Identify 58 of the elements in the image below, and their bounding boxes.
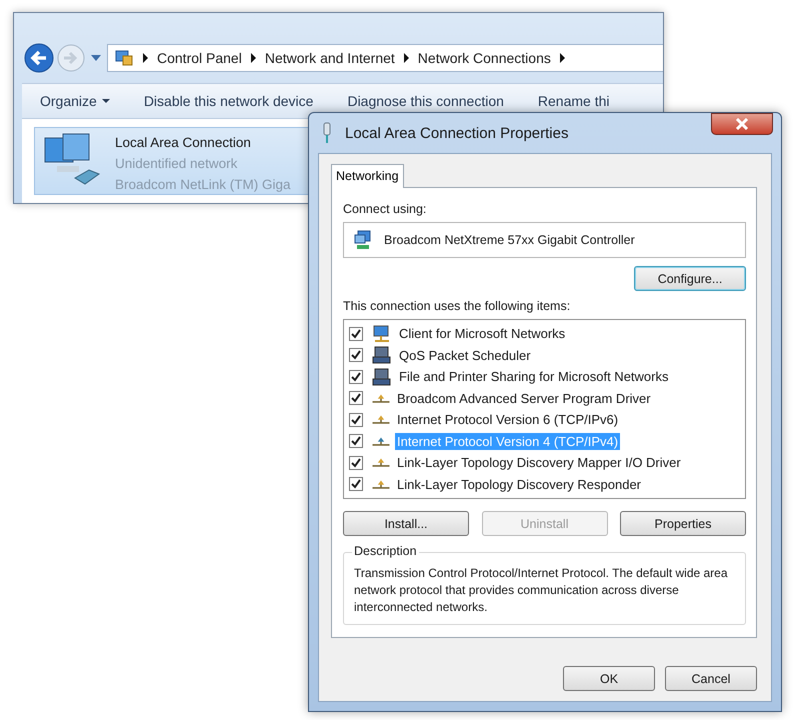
computer-icon [372, 324, 392, 343]
list-item[interactable]: Broadcom Advanced Server Program Driver [395, 390, 653, 407]
network-cable-icon [321, 122, 333, 144]
action-button[interactable]: Install... [343, 511, 469, 536]
caret-icon [102, 99, 110, 103]
checkbox[interactable] [349, 456, 363, 470]
adapter-name: Broadcom NetLink (TM) Giga [115, 176, 291, 194]
chevron-icon [250, 53, 256, 63]
list-item[interactable]: Internet Protocol Version 6 (TCP/IPv6) [395, 411, 620, 428]
dialog-button[interactable]: Cancel [665, 666, 757, 691]
list-item[interactable]: Link-Layer Topology Discovery Responder [395, 476, 643, 493]
tab[interactable]: Networking [331, 164, 404, 188]
group-label: Description [352, 544, 419, 558]
computer-icon [372, 368, 392, 386]
protocol-icon [372, 415, 390, 424]
chevron-icon [143, 53, 148, 63]
adapter-name: Broadcom NetXtreme 57xx Gigabit Controller [384, 233, 635, 247]
protocol-icon [372, 458, 390, 468]
checkbox[interactable] [349, 391, 363, 406]
toolbar-button[interactable]: Organize [40, 93, 110, 109]
computer-icon [372, 346, 392, 364]
control-panel-icon [114, 49, 134, 67]
dialog-button[interactable]: OK [563, 666, 655, 691]
dialog-title: Local Area Connection Properties [345, 124, 570, 142]
configure-button[interactable]: Configure... [634, 266, 746, 291]
connect-using-label: Connect using: [343, 202, 428, 216]
close-button[interactable] [711, 113, 773, 135]
checkbox[interactable] [349, 348, 363, 362]
chevron-icon [560, 53, 565, 63]
toolbar-button[interactable]: Rename thi [538, 93, 610, 109]
checkbox[interactable] [349, 434, 363, 448]
address-bar[interactable]: Control Panel Network and Internet Network Connections [107, 44, 663, 72]
list-item[interactable]: Link-Layer Topology Discovery Mapper I/O Driver [395, 454, 683, 472]
connection-status: Unidentified network [115, 155, 238, 173]
breadcrumb-item[interactable]: Network and Internet [264, 50, 395, 66]
protocol-icon [372, 480, 390, 489]
checkbox[interactable] [349, 370, 363, 384]
checkbox[interactable] [349, 477, 363, 492]
chevron-icon [404, 53, 409, 63]
checkbox[interactable] [349, 412, 363, 427]
list-item[interactable]: Client for Microsoft Networks [397, 325, 568, 342]
description-text: Transmission Control Protocol/Internet Protocol. The default wide area network protocol that provides communication across diverse interconnected networks. [354, 565, 729, 616]
toolbar-button[interactable]: Diagnose this connection [347, 93, 504, 109]
breadcrumb-item[interactable]: Network Connections [418, 50, 551, 66]
connection-name: Local Area Connection [115, 134, 252, 152]
toolbar-button[interactable]: Disable this network device [144, 93, 314, 109]
list-item[interactable]: File and Printer Sharing for Microsoft Networks [397, 368, 670, 386]
protocol-icon [372, 436, 390, 446]
dropdown-arrow-icon[interactable] [91, 55, 101, 61]
network-adapter-icon [354, 230, 372, 250]
items-label: This connection uses the following items: [343, 299, 572, 313]
breadcrumb-item[interactable]: Control Panel [157, 50, 242, 66]
checkbox[interactable] [349, 326, 363, 341]
protocol-icon [372, 394, 390, 403]
list-item[interactable]: QoS Packet Scheduler [397, 346, 533, 364]
action-button[interactable]: Properties [620, 511, 746, 536]
close-icon [735, 118, 749, 130]
back-button[interactable] [24, 43, 54, 73]
